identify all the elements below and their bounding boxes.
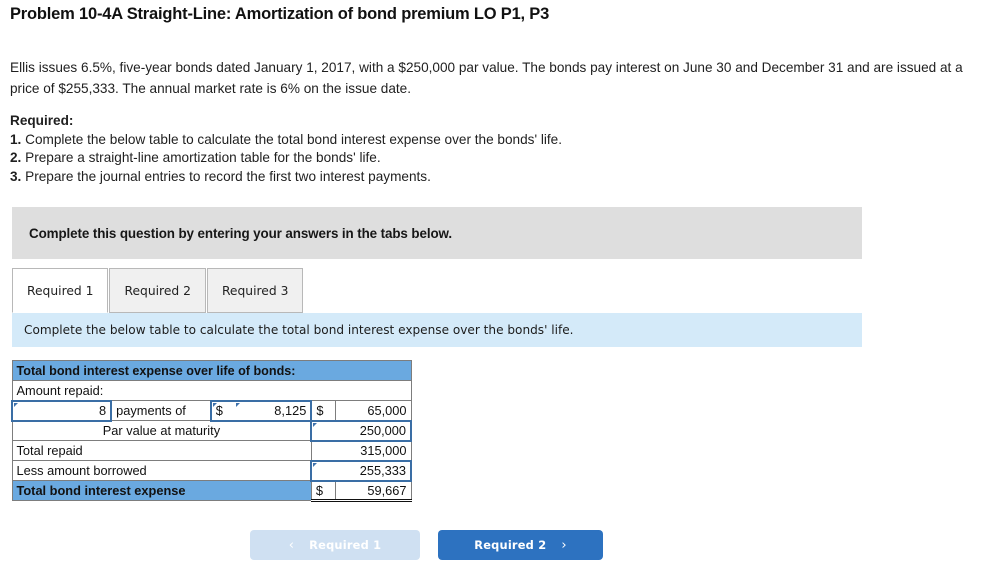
required-item-3-number: 3. xyxy=(10,168,22,184)
less-borrowed-label: Less amount borrowed xyxy=(11,460,312,481)
prev-required-label: Required 1 xyxy=(309,538,382,552)
table-row-total: Total bond interest expense $ 59,667 xyxy=(11,480,412,502)
table-subheader-row: Amount repaid: xyxy=(11,380,412,401)
payment-amount-input[interactable]: 8,125 xyxy=(234,399,313,422)
table-header-label: Total bond interest expense over life of… xyxy=(11,360,412,381)
tab-required-2-label: Required 2 xyxy=(124,283,191,298)
bond-interest-expense-table: Total bond interest expense over life of… xyxy=(10,360,412,502)
next-required-button[interactable]: Required 2 › xyxy=(438,530,603,560)
total-repaid-value: 315,000 xyxy=(310,440,412,461)
required-item-2: 2. Prepare a straight-line amortization … xyxy=(10,149,562,168)
tab-instruction-banner: Complete the below table to calculate th… xyxy=(12,313,862,347)
payments-count-input[interactable]: 8 xyxy=(10,399,113,422)
tab-required-1-label: Required 1 xyxy=(27,283,94,298)
problem-description: Ellis issues 6.5%, five-year bonds dated… xyxy=(10,60,963,96)
page-title: Problem 10-4A Straight-Line: Amortizatio… xyxy=(10,5,550,23)
required-item-1-number: 1. xyxy=(10,131,22,147)
next-required-label: Required 2 xyxy=(474,538,547,552)
table-row: Less amount borrowed 255,333 xyxy=(11,459,412,482)
payments-label: payments of xyxy=(110,400,212,421)
tab-instruction-text: Complete the below table to calculate th… xyxy=(24,323,574,337)
tab-required-3-label: Required 3 xyxy=(221,283,289,298)
required-item-3: 3. Prepare the journal entries to record… xyxy=(10,168,562,187)
chevron-left-icon: ‹ xyxy=(288,537,295,553)
table-header-row: Total bond interest expense over life of… xyxy=(11,360,412,381)
tab-bar: Required 1 Required 2 Required 3 xyxy=(12,268,304,313)
par-value-label: Par value at maturity xyxy=(11,420,312,441)
payment-amount-currency-symbol: $ xyxy=(209,399,235,422)
required-item-1-text: Complete the below table to calculate th… xyxy=(25,131,562,147)
chevron-right-icon: › xyxy=(561,537,567,553)
total-repaid-label: Total repaid xyxy=(11,440,312,461)
table-row: 8 payments of $ 8,125 $ 65,000 xyxy=(10,399,412,422)
tab-required-2[interactable]: Required 2 xyxy=(109,268,206,313)
required-item-3-text: Prepare the journal entries to record th… xyxy=(25,168,431,184)
table-subheader-label: Amount repaid: xyxy=(11,380,412,401)
required-item-2-number: 2. xyxy=(10,150,22,165)
payments-total-currency-symbol: $ xyxy=(310,400,336,421)
required-heading: Required: xyxy=(10,113,74,128)
par-value-input[interactable]: 250,000 xyxy=(310,419,412,442)
instruction-banner: Complete this question by entering your … xyxy=(12,207,862,259)
table-row: Par value at maturity 250,000 xyxy=(11,419,412,442)
prev-required-button[interactable]: ‹ Required 1 xyxy=(250,530,420,560)
payments-total-value: 65,000 xyxy=(334,400,412,421)
total-expense-value: 59,667 xyxy=(334,480,412,502)
required-item-1: 1. Complete the below table to calculate… xyxy=(10,131,562,150)
tab-required-3[interactable]: Required 3 xyxy=(206,268,304,313)
less-borrowed-input[interactable]: 255,333 xyxy=(310,459,412,482)
tab-navigation: ‹ Required 1 Required 2 › xyxy=(250,530,650,562)
required-item-2-text: Prepare a straight-line amortization tab… xyxy=(25,150,381,165)
total-expense-label: Total bond interest expense xyxy=(11,480,312,501)
total-expense-currency-symbol: $ xyxy=(310,480,336,502)
required-list: Required: 1. Complete the below table to… xyxy=(10,112,562,186)
instruction-banner-text: Complete this question by entering your … xyxy=(29,225,452,241)
tab-required-1[interactable]: Required 1 xyxy=(12,268,109,313)
table-row: Total repaid 315,000 xyxy=(11,440,412,461)
